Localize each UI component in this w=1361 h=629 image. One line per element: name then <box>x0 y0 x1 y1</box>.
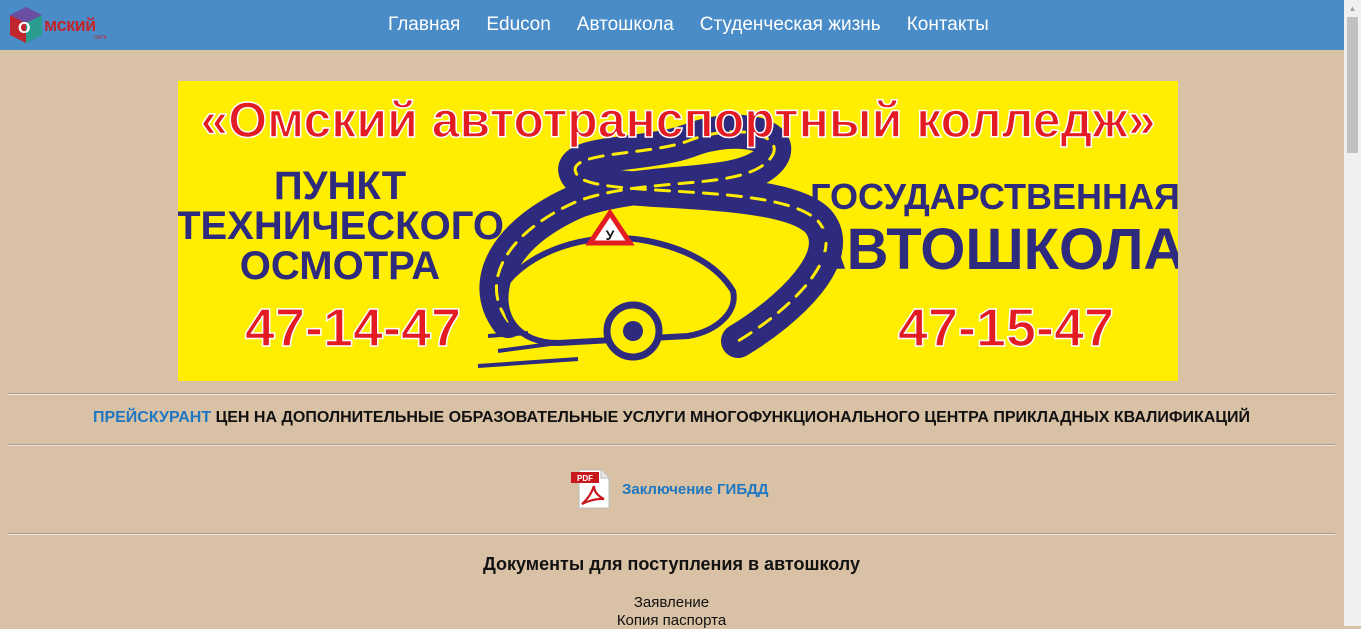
document-item: Копия паспорта <box>616 612 727 629</box>
main-nav: Главная Educon Автошкола Студенческая жи… <box>375 0 1002 50</box>
top-navbar: O мский ОАТК Главная Educon Автошкола Ст… <box>0 0 1344 50</box>
logo-cube-icon: O <box>10 7 42 43</box>
svg-text:У: У <box>606 227 615 243</box>
pdf-link-gibdd[interactable]: Заключение ГИБДД <box>622 481 768 498</box>
divider <box>8 444 1335 446</box>
logo-text: мский <box>44 15 96 35</box>
pdf-download-row[interactable]: PDF Заключение ГИБДД <box>570 468 768 510</box>
scroll-up-arrow-icon[interactable]: ▲ <box>1344 0 1361 17</box>
site-logo[interactable]: O мский ОАТК <box>6 5 116 45</box>
nav-item-student-life[interactable]: Студенческая жизнь <box>700 14 881 36</box>
banner-left-line-3: ОСМОТРА <box>240 244 440 288</box>
banner-left-phone: 47-14-47 <box>245 298 461 358</box>
banner-left-line-1: ПУНКТ <box>274 164 406 208</box>
vertical-scrollbar[interactable]: ▲ <box>1344 0 1361 626</box>
svg-text:PDF: PDF <box>577 474 593 483</box>
svg-text:O: O <box>18 20 30 37</box>
promo-banner[interactable]: У «Омский автотранспортный колледж» ПУНК… <box>176 81 1185 381</box>
price-list-link[interactable]: ПРЕЙСКУРАНТ <box>93 409 211 426</box>
logo-subtext: ОАТК <box>94 35 107 41</box>
banner-right-line-1: ГОСУДАРСТВЕННАЯ <box>810 176 1178 217</box>
banner-title: «Омский автотранспортный колледж» <box>200 92 1155 148</box>
divider <box>8 393 1335 395</box>
scroll-thumb[interactable] <box>1347 17 1358 153</box>
documents-heading: Документы для поступления в автошколу <box>482 554 860 574</box>
price-list-line: ПРЕЙСКУРАНТ ЦЕН НА ДОПОЛНИТЕЛЬНЫЕ ОБРАЗО… <box>8 409 1335 427</box>
nav-item-educon[interactable]: Educon <box>486 14 550 36</box>
price-list-text: ЦЕН НА ДОПОЛНИТЕЛЬНЫЕ ОБРАЗОВАТЕЛЬНЫЕ УС… <box>211 409 1251 426</box>
divider <box>8 533 1335 535</box>
nav-item-driving-school[interactable]: Автошкола <box>577 14 674 36</box>
nav-item-contacts[interactable]: Контакты <box>907 14 989 36</box>
banner-right-line-2: АВТОШКОЛА <box>805 217 1178 282</box>
banner-left-line-2: ТЕХНИЧЕСКОГО <box>178 204 504 248</box>
nav-item-home[interactable]: Главная <box>388 14 460 36</box>
banner-right-phone: 47-15-47 <box>898 298 1114 358</box>
pdf-file-icon[interactable]: PDF <box>570 468 612 510</box>
document-item: Заявление <box>633 594 710 611</box>
